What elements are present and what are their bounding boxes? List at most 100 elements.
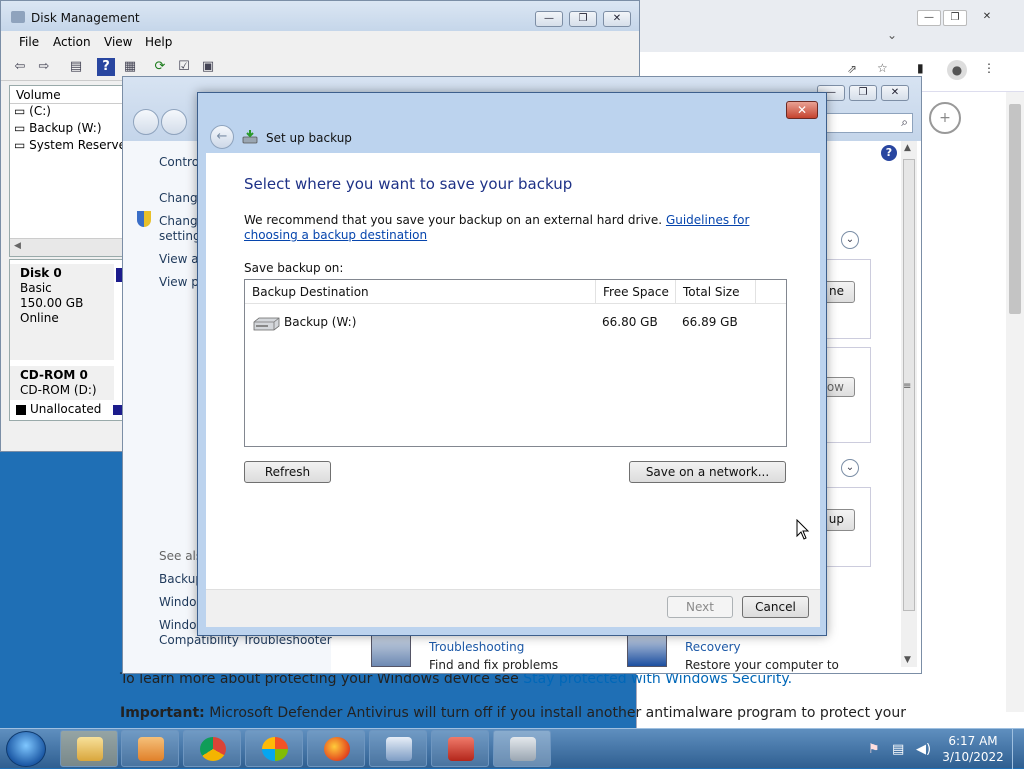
- taskbar-toolbox[interactable]: [431, 730, 489, 767]
- volume-column-header[interactable]: Volume: [10, 86, 124, 104]
- recovery-link[interactable]: Recovery: [685, 640, 839, 654]
- disk0-type: Basic: [20, 281, 52, 295]
- settings-icon[interactable]: ▣: [199, 58, 217, 76]
- disk-graphic-pane: Disk 0 Basic 150.00 GB Online CD-ROM 0 C…: [9, 259, 135, 421]
- cdrom0-info[interactable]: CD-ROM 0 CD-ROM (D:): [10, 366, 114, 400]
- chevron-down-icon[interactable]: ⌄: [887, 28, 897, 42]
- volume-list: Volume ▭ (C:) ▭ Backup (W:) ▭ System Res…: [9, 85, 134, 257]
- maximize-icon[interactable]: ❐: [943, 10, 967, 26]
- volume-item[interactable]: ▭ (C:): [10, 104, 124, 121]
- close-icon[interactable]: ✕: [603, 11, 631, 27]
- recovery-item[interactable]: Recovery Restore your computer to: [685, 640, 839, 672]
- taskbar-backup[interactable]: [493, 730, 551, 767]
- share-icon[interactable]: ⇗: [847, 62, 857, 76]
- maximize-icon[interactable]: ❐: [849, 85, 877, 101]
- see-also-windows-1[interactable]: Windo: [159, 595, 197, 609]
- clock-date: 3/10/2022: [942, 750, 1004, 764]
- destination-row[interactable]: Backup (W:) 66.80 GB 66.89 GB: [245, 312, 786, 334]
- menu-file[interactable]: File: [19, 35, 39, 49]
- taskbar-computer-management[interactable]: [369, 730, 427, 767]
- search-icon[interactable]: ⌕: [901, 115, 908, 130]
- disk0-name: Disk 0: [20, 266, 62, 280]
- recommend-text: We recommend that you save your backup o…: [244, 213, 663, 227]
- menu-action[interactable]: Action: [53, 35, 91, 49]
- column-total-size[interactable]: Total Size: [676, 280, 756, 304]
- browser-scrollbar[interactable]: [1006, 92, 1024, 712]
- show-desktop-button[interactable]: [1012, 729, 1024, 769]
- recovery-icon: [627, 633, 667, 667]
- taskbar-chrome[interactable]: [183, 730, 241, 767]
- mouse-cursor-icon: [796, 519, 810, 540]
- save-on-network-button[interactable]: Save on a network...: [629, 461, 786, 483]
- refresh-icon[interactable]: ⟳: [151, 58, 169, 76]
- list-icon[interactable]: ▦: [121, 58, 139, 76]
- column-free-space[interactable]: Free Space: [596, 280, 676, 304]
- menu-help[interactable]: Help: [145, 35, 172, 49]
- windows-icon: [262, 737, 288, 761]
- close-icon[interactable]: ✕: [786, 101, 818, 119]
- volume-icon[interactable]: ◀): [916, 742, 931, 757]
- refresh-button[interactable]: Refresh: [244, 461, 331, 483]
- minimize-icon[interactable]: —: [917, 10, 941, 26]
- troubleshooting-link[interactable]: Troubleshooting: [429, 640, 558, 654]
- check-icon[interactable]: ☑: [175, 58, 193, 76]
- important-text: Microsoft Defender Antivirus will turn o…: [209, 705, 906, 721]
- see-also-windows-2[interactable]: Windo: [159, 618, 197, 632]
- maximize-icon[interactable]: ❐: [569, 11, 597, 27]
- volume-item[interactable]: ▭ System Reserved: [10, 138, 134, 155]
- forward-arrow-icon[interactable]: ⇨: [35, 58, 53, 76]
- star-icon[interactable]: ☆: [877, 61, 888, 75]
- menu-icon[interactable]: ⋮: [983, 61, 995, 75]
- chevron-down-icon[interactable]: ⌄: [841, 459, 859, 477]
- taskbar-media-player[interactable]: [121, 730, 179, 767]
- properties-icon[interactable]: ▤: [67, 58, 85, 76]
- back-arrow-icon[interactable]: ⇦: [11, 58, 29, 76]
- drive-icon: ▭: [14, 138, 30, 152]
- close-icon[interactable]: ✕: [975, 10, 999, 26]
- help-icon[interactable]: ?: [97, 58, 115, 76]
- legend-unallocated: Unallocated: [30, 402, 102, 416]
- backup-icon: [510, 737, 536, 761]
- volume-item[interactable]: ▭ Backup (W:): [10, 121, 124, 138]
- disk0-info[interactable]: Disk 0 Basic 150.00 GB Online: [10, 264, 114, 360]
- window-title: Disk Management: [31, 11, 140, 25]
- setup-backup-dialog: ✕ ← Set up backup Select where you want …: [197, 92, 827, 636]
- disk0-size: 150.00 GB: [20, 296, 84, 310]
- close-icon[interactable]: ✕: [881, 85, 909, 101]
- drive-icon: ▭: [14, 104, 30, 118]
- add-person-icon[interactable]: +: [929, 102, 961, 134]
- dialog-heading: Select where you want to save your backu…: [244, 175, 573, 193]
- start-button[interactable]: [6, 731, 46, 767]
- column-backup-destination[interactable]: Backup Destination: [245, 280, 596, 304]
- minimize-icon[interactable]: —: [535, 11, 563, 27]
- important-label: Important:: [120, 705, 205, 721]
- taskbar-windows[interactable]: [245, 730, 303, 767]
- system-clock[interactable]: 6:17 AM 3/10/2022: [940, 733, 1006, 765]
- backup-destination-list[interactable]: Backup Destination Free Space Total Size…: [244, 279, 787, 447]
- volume-name: System Reserved: [29, 138, 134, 152]
- search-input[interactable]: ⌕: [823, 113, 913, 133]
- control-panel-home-link[interactable]: Contro: [159, 155, 199, 169]
- recommendation-text: We recommend that you save your backup o…: [244, 213, 804, 243]
- control-panel-scrollbar[interactable]: ▲ ≡ ▼: [901, 141, 917, 667]
- cancel-button[interactable]: Cancel: [742, 596, 809, 618]
- troubleshooting-item[interactable]: Troubleshooting Find and fix problems: [429, 640, 558, 672]
- horizontal-scrollbar[interactable]: ◀: [10, 238, 124, 256]
- article-important: Important: Microsoft Defender Antivirus …: [120, 705, 906, 721]
- next-button[interactable]: Next: [667, 596, 733, 618]
- chevron-down-icon[interactable]: ⌄: [841, 231, 859, 249]
- volume-name: (C:): [29, 104, 51, 118]
- back-arrow-icon[interactable]: [133, 109, 159, 135]
- forward-arrow-icon[interactable]: [161, 109, 187, 135]
- back-arrow-icon[interactable]: ←: [210, 125, 234, 149]
- disk-management-icon: [11, 11, 25, 23]
- action-center-icon[interactable]: ⚑: [868, 742, 880, 757]
- network-icon[interactable]: ▤: [892, 742, 904, 757]
- sidepanel-icon[interactable]: ▮: [917, 61, 924, 75]
- profile-icon[interactable]: ●: [947, 60, 967, 80]
- help-icon[interactable]: ?: [881, 145, 897, 161]
- taskbar-explorer[interactable]: [60, 730, 118, 767]
- taskbar-firefox[interactable]: [307, 730, 365, 767]
- taskbar: ⚑ ▤ ◀) 6:17 AM 3/10/2022: [0, 728, 1024, 769]
- menu-view[interactable]: View: [104, 35, 132, 49]
